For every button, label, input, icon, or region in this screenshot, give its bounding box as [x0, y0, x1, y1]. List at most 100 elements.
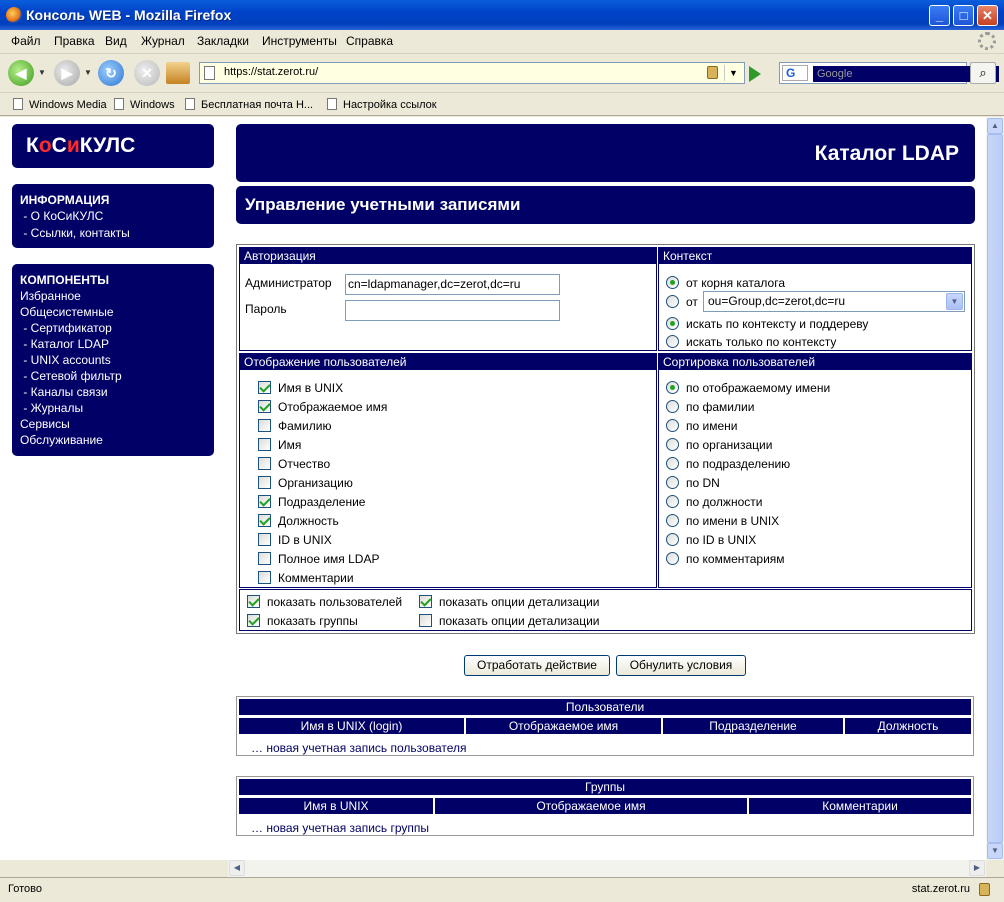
- bookmark-links-settings[interactable]: Настройка ссылок: [327, 98, 437, 111]
- checkbox-show-groups[interactable]: [247, 614, 260, 627]
- col-display-name[interactable]: Отображаемое имя: [466, 718, 661, 734]
- lock-icon[interactable]: [979, 883, 990, 896]
- menu-certifier[interactable]: - Сертификатор: [20, 321, 112, 335]
- menu-services[interactable]: Сервисы: [20, 417, 70, 431]
- vertical-scrollbar[interactable]: ▲ ▼: [986, 117, 1004, 860]
- menu-about[interactable]: - О КоСиКУЛС: [20, 209, 103, 223]
- checkbox-show-users[interactable]: [247, 595, 260, 608]
- checkbox-display-3[interactable]: [258, 438, 271, 451]
- checkbox-groups-detail[interactable]: [419, 614, 432, 627]
- radio-sort-2[interactable]: [666, 419, 679, 432]
- menu-tools[interactable]: Инструменты: [262, 34, 337, 48]
- checkbox-display-8[interactable]: [258, 533, 271, 546]
- horizontal-scrollbar[interactable]: ◀ ▶: [228, 860, 986, 877]
- site-logo[interactable]: КоСиКУЛС: [12, 124, 214, 168]
- radio-from-root[interactable]: [666, 276, 679, 289]
- menu-history[interactable]: Журнал: [141, 34, 185, 48]
- url-dropdown-icon[interactable]: ▼: [724, 65, 742, 81]
- stop-button[interactable]: ✕: [134, 60, 160, 86]
- bookmark-windows[interactable]: Windows: [114, 98, 175, 111]
- groups-table: Группы Имя в UNIX Отображаемое имя Комме…: [236, 776, 974, 836]
- checkbox-display-1[interactable]: [258, 400, 271, 413]
- new-group-link[interactable]: … новая учетная запись группы: [251, 821, 429, 835]
- scroll-up-icon[interactable]: ▲: [987, 118, 1003, 134]
- checkbox-display-9[interactable]: [258, 552, 271, 565]
- radio-sort-4[interactable]: [666, 457, 679, 470]
- scroll-right-icon[interactable]: ▶: [969, 860, 985, 876]
- scroll-thumb[interactable]: [987, 134, 1003, 843]
- window-title: Консоль WEB - Mozilla Firefox: [26, 7, 232, 23]
- chevron-down-icon[interactable]: ▼: [946, 293, 963, 310]
- sort-option-label: по организации: [686, 438, 773, 452]
- display-option-label: Организацию: [278, 476, 353, 490]
- url-bar[interactable]: https://stat.zerot.ru/ ▼: [199, 62, 745, 84]
- scroll-down-icon[interactable]: ▼: [987, 843, 1003, 859]
- menu-edit[interactable]: Правка: [54, 34, 95, 48]
- forward-button[interactable]: ▶: [54, 60, 80, 86]
- minimize-button[interactable]: _: [929, 5, 950, 26]
- menu-ldap[interactable]: - Каталог LDAP: [20, 337, 109, 351]
- col-position[interactable]: Должность: [845, 718, 971, 734]
- col-department[interactable]: Подразделение: [663, 718, 843, 734]
- back-dropdown-icon[interactable]: ▼: [38, 68, 46, 77]
- col-unix-login[interactable]: Имя в UNIX (login): [239, 718, 464, 734]
- checkbox-display-4[interactable]: [258, 457, 271, 470]
- scroll-left-icon[interactable]: ◀: [229, 860, 245, 876]
- checkbox-display-7[interactable]: [258, 514, 271, 527]
- menu-bookmarks[interactable]: Закладки: [197, 34, 249, 48]
- close-button[interactable]: ✕: [977, 5, 998, 26]
- menu-netfilter[interactable]: - Сетевой фильтр: [20, 369, 121, 383]
- radio-only-context[interactable]: [666, 335, 679, 348]
- maximize-button[interactable]: □: [953, 5, 974, 26]
- sort-option-label: по имени в UNIX: [686, 514, 780, 528]
- radio-sort-7[interactable]: [666, 514, 679, 527]
- new-user-link[interactable]: … новая учетная запись пользователя: [251, 741, 467, 755]
- reload-button[interactable]: ↻: [98, 60, 124, 86]
- reset-button[interactable]: Обнулить условия: [616, 655, 746, 676]
- menu-file[interactable]: Файл: [11, 34, 41, 48]
- bookmark-free-mail[interactable]: Бесплатная почта H...: [185, 98, 313, 111]
- col-unix-name[interactable]: Имя в UNIX: [239, 798, 433, 814]
- password-input[interactable]: [345, 300, 560, 321]
- menu-favorites[interactable]: Избранное: [20, 289, 81, 303]
- radio-sort-1[interactable]: [666, 400, 679, 413]
- menu-system[interactable]: Общесистемные: [20, 305, 114, 319]
- bookmark-windows-media[interactable]: Windows Media: [13, 98, 107, 111]
- checkbox-display-2[interactable]: [258, 419, 271, 432]
- radio-sort-5[interactable]: [666, 476, 679, 489]
- lock-icon[interactable]: [707, 66, 718, 79]
- radio-sort-0[interactable]: [666, 381, 679, 394]
- apply-button[interactable]: Отработать действие: [464, 655, 610, 676]
- menu-help[interactable]: Справка: [346, 34, 393, 48]
- search-button[interactable]: ⌕: [970, 62, 996, 84]
- menu-channels[interactable]: - Каналы связи: [20, 385, 107, 399]
- users-detail-label: показать опции детализации: [439, 595, 600, 609]
- menu-maintenance[interactable]: Обслуживание: [20, 433, 103, 447]
- checkbox-display-5[interactable]: [258, 476, 271, 489]
- checkbox-display-10[interactable]: [258, 571, 271, 584]
- search-box[interactable]: G Google: [779, 62, 999, 84]
- checkbox-users-detail[interactable]: [419, 595, 432, 608]
- radio-from-context[interactable]: [666, 295, 679, 308]
- forward-dropdown-icon[interactable]: ▼: [84, 68, 92, 77]
- url-text[interactable]: https://stat.zerot.ru/: [224, 66, 318, 78]
- home-button[interactable]: [166, 62, 190, 84]
- context-select[interactable]: ou=Group,dc=zerot,dc=ru ▼: [703, 291, 965, 312]
- radio-sort-9[interactable]: [666, 552, 679, 565]
- radio-sort-8[interactable]: [666, 533, 679, 546]
- back-button[interactable]: ◀: [8, 60, 34, 86]
- radio-sort-6[interactable]: [666, 495, 679, 508]
- col-comments[interactable]: Комментарии: [749, 798, 971, 814]
- google-icon[interactable]: G: [782, 65, 808, 81]
- menu-view[interactable]: Вид: [105, 34, 127, 48]
- col-group-display-name[interactable]: Отображаемое имя: [435, 798, 747, 814]
- radio-subtree[interactable]: [666, 317, 679, 330]
- radio-sort-3[interactable]: [666, 438, 679, 451]
- go-icon[interactable]: [749, 66, 761, 82]
- menu-logs[interactable]: - Журналы: [20, 401, 83, 415]
- checkbox-display-0[interactable]: [258, 381, 271, 394]
- admin-input[interactable]: cn=ldapmanager,dc=zerot,dc=ru: [345, 274, 560, 295]
- menu-unix-accounts[interactable]: - UNIX accounts: [20, 353, 110, 367]
- checkbox-display-6[interactable]: [258, 495, 271, 508]
- menu-links[interactable]: - Ссылки, контакты: [20, 226, 129, 240]
